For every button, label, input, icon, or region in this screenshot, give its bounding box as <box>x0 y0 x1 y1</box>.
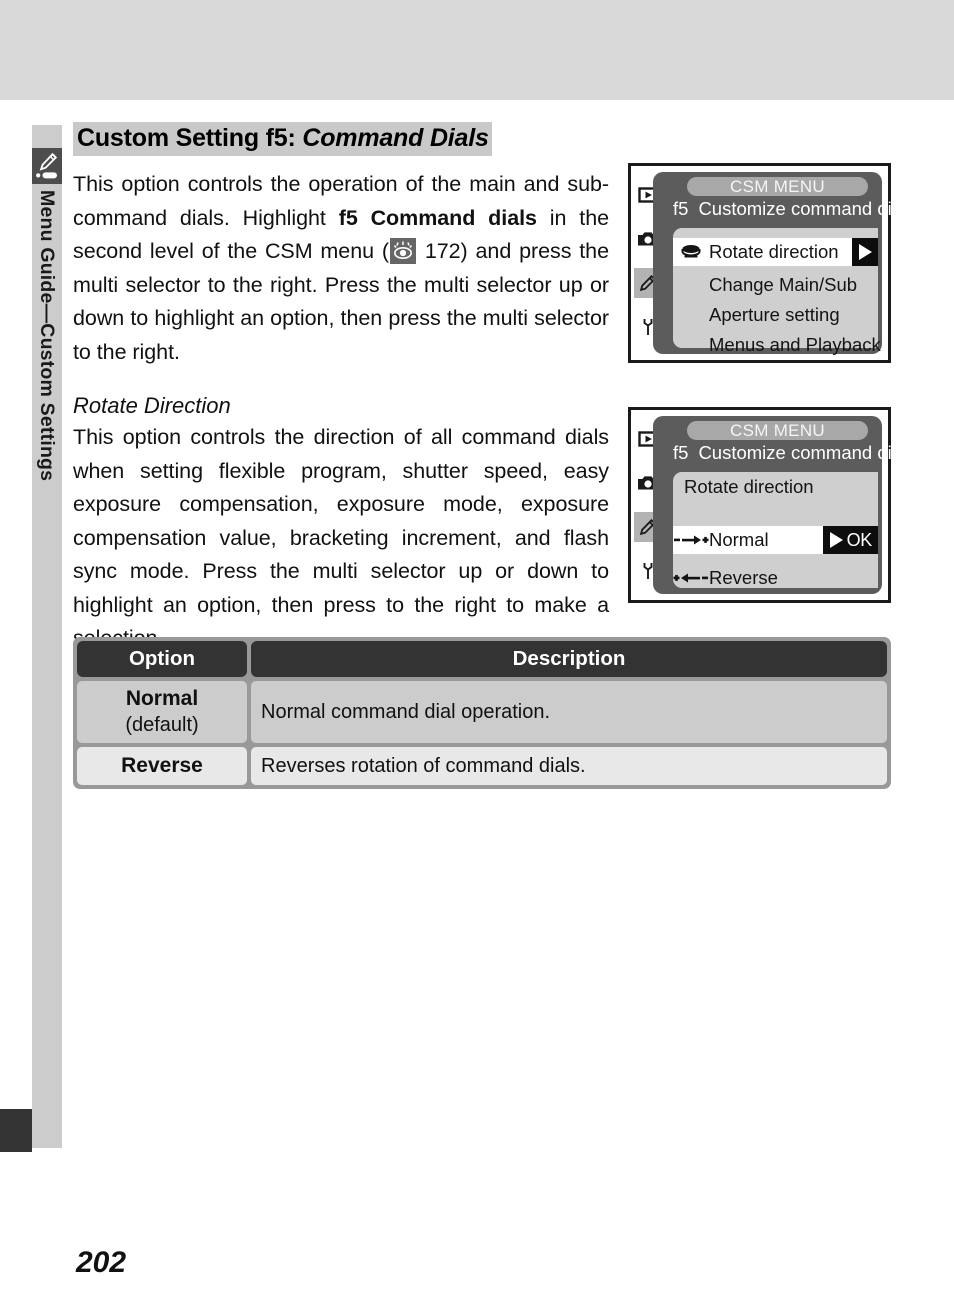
table-header-description: Description <box>251 641 887 677</box>
page-title: Custom Setting f5: Command Dials <box>73 122 492 156</box>
page-title-emphasis: Command Dials <box>302 124 489 152</box>
lcd2-setting-number: f5 <box>673 442 689 463</box>
subsection-title: Rotate Direction <box>73 393 231 418</box>
page-title-prefix: Custom Setting f5: <box>77 124 303 152</box>
section-tab-marker <box>0 1109 32 1152</box>
table-cell-description: Reverses rotation of command dials. <box>251 747 887 785</box>
page-header-band <box>0 0 954 100</box>
lcd1-item-label: Change Main/Sub <box>709 274 858 295</box>
page-number: 202 <box>76 1246 127 1279</box>
lcd1-subtitle: f5 Customize command dials <box>673 197 915 221</box>
camera-menu-screenshot-2: CSM MENU f5 Customize command dials Rotat… <box>628 407 915 603</box>
lcd2-item-normal[interactable]: Normal OK <box>673 526 878 554</box>
lcd1-subtitle-text: Customize command dials <box>698 198 916 219</box>
table-option-default-note: (default) <box>125 714 199 736</box>
table-header-option: Option <box>77 641 247 677</box>
lcd1-item-menus-and-playback[interactable]: Menus and Playback <box>673 331 881 359</box>
lcd2-panel: CSM MENU f5 Customize command dials Rotat… <box>653 416 915 594</box>
rotate-direction-paragraph: This option controls the direction of al… <box>73 425 609 650</box>
table-option-name: Normal <box>125 687 199 710</box>
lcd2-panel-heading: Rotate direction <box>684 476 814 497</box>
lcd1-menu-title: CSM MENU <box>687 177 868 196</box>
lcd2-option-list: Rotate direction Normal OK Reverse <box>673 472 878 588</box>
intro-text-bold: f5 Command dials <box>338 205 537 230</box>
lcd2-ok-label: OK <box>846 529 873 550</box>
arrow-right-icon <box>829 532 843 548</box>
eye-icon <box>389 238 416 264</box>
lcd1-enter-badge[interactable] <box>852 238 878 266</box>
lcd2-ok-badge[interactable]: OK <box>822 526 878 554</box>
lcd1-option-list: Rotate direction Change Main/Sub Apertur… <box>673 228 881 355</box>
table-row: Reverse Reverses rotation of command dia… <box>77 747 887 785</box>
arrow-right-icon <box>859 244 872 260</box>
body-text-column: This option controls the operation of th… <box>73 168 609 656</box>
camera-menu-screenshot-1: CSM MENU f5 Customize command dials Rotat… <box>628 163 915 363</box>
options-table: Option Description Normal (default) Norm… <box>73 637 891 789</box>
intro-paragraph: This option controls the operation of th… <box>73 168 609 369</box>
lcd1-panel: CSM MENU f5 Customize command dials Rotat… <box>653 172 915 355</box>
lcd1-item-change-main-sub[interactable]: Change Main/Sub <box>673 271 878 299</box>
lcd1-item-label: Menus and Playback <box>709 334 881 355</box>
lcd1-setting-number: f5 <box>673 198 689 219</box>
lcd2-menu-title: CSM MENU <box>687 421 868 440</box>
sidebar-section-label: Menu Guide—Custom Settings <box>36 190 58 482</box>
minus-arrow-right-plus-icon <box>673 531 709 549</box>
plus-arrow-left-minus-icon <box>673 569 709 587</box>
lcd2-subtitle-text: Customize command dials <box>698 442 916 463</box>
lcd2-subtitle: f5 Customize command dials <box>673 441 915 465</box>
command-dial-icon <box>673 242 709 262</box>
table-header-row: Option Description <box>77 641 887 677</box>
lcd2-item-reverse[interactable]: Reverse <box>673 564 878 592</box>
table-cell-option: Reverse <box>77 747 247 785</box>
lcd2-item-label: Reverse <box>709 567 778 588</box>
lcd1-item-aperture-setting[interactable]: Aperture setting <box>673 301 878 329</box>
table-cell-description: Normal command dial operation. <box>251 681 887 743</box>
lcd1-item-label: Aperture setting <box>709 304 840 325</box>
table-row: Normal (default) Normal command dial ope… <box>77 681 887 743</box>
pencil-icon <box>32 148 62 184</box>
table-cell-option: Normal (default) <box>77 681 247 743</box>
lcd1-item-rotate-direction[interactable]: Rotate direction <box>673 238 878 266</box>
main-content: Custom Setting f5: Command Dials This op… <box>73 122 891 650</box>
